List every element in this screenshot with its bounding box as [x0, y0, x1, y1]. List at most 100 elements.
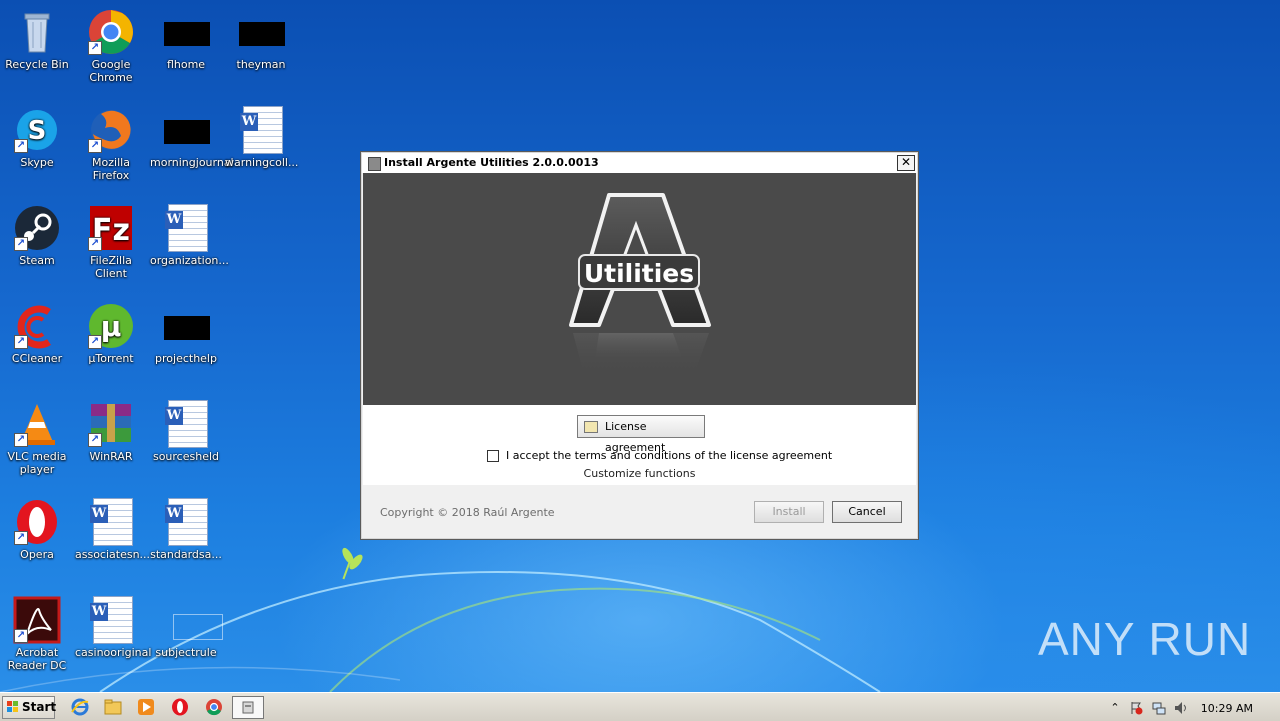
argente-utilities-logo: Utilities: [569, 193, 711, 378]
desktop-icon-label: Steam: [19, 254, 55, 267]
blank-file-icon: [173, 614, 223, 640]
installer-app-icon: [242, 701, 254, 714]
word-document-icon: W: [165, 204, 208, 252]
shortcut-arrow-icon: ↗: [88, 41, 102, 55]
desktop-icon-warningcoll[interactable]: W warningcoll...: [224, 100, 298, 169]
customize-functions-link[interactable]: Customize functions: [363, 467, 916, 480]
desktop-icon-label: standardsa...: [150, 548, 222, 561]
desktop-icon-label: subjectrule: [155, 646, 217, 659]
opera-icon[interactable]: [171, 698, 189, 716]
file-thumbnail-icon: [164, 316, 210, 340]
desktop-icon-skype[interactable]: S ↗ Skype: [0, 100, 74, 169]
chrome-icon[interactable]: [205, 698, 223, 716]
desktop-icon-label: casinooriginal: [75, 646, 152, 659]
desktop-icon-organization[interactable]: W organization...: [149, 198, 229, 267]
desktop: Recycle Bin S ↗ Skype ↗ Steam ↗ CCleaner…: [0, 0, 1280, 692]
internet-explorer-icon[interactable]: [71, 698, 89, 716]
desktop-icon-chrome[interactable]: ↗ Google Chrome: [74, 2, 148, 84]
desktop-icon-label: Skype: [20, 156, 54, 169]
dialog-titlebar[interactable]: Install Argente Utilities 2.0.0.0013 ✕: [362, 153, 917, 173]
show-hidden-icons-icon[interactable]: ⌃: [1108, 701, 1122, 715]
shortcut-arrow-icon: ↗: [88, 237, 102, 251]
svg-text:µ: µ: [101, 310, 122, 343]
desktop-icon-recycle-bin[interactable]: Recycle Bin: [0, 2, 74, 71]
explorer-icon[interactable]: [104, 698, 122, 716]
installer-dialog: Install Argente Utilities 2.0.0.0013 ✕ U…: [360, 151, 919, 540]
desktop-icon-filezilla[interactable]: Fz ↗ FileZilla Client: [74, 198, 148, 280]
accept-license-label[interactable]: I accept the terms and conditions of the…: [506, 449, 832, 462]
file-thumbnail-icon: [164, 120, 210, 144]
desktop-icon-label: µTorrent: [88, 352, 134, 365]
desktop-icon-firefox[interactable]: ↗ Mozilla Firefox: [74, 100, 148, 182]
desktop-icon-label: Mozilla Firefox: [92, 156, 130, 182]
desktop-icon-label: Opera: [20, 548, 54, 561]
shortcut-arrow-icon: ↗: [14, 237, 28, 251]
svg-text:S: S: [28, 116, 47, 146]
shortcut-arrow-icon: ↗: [88, 335, 102, 349]
desktop-icon-label: flhome: [166, 58, 206, 71]
desktop-icon-label: Recycle Bin: [5, 58, 69, 71]
start-button[interactable]: Start: [2, 696, 57, 719]
desktop-icon-ccleaner[interactable]: ↗ CCleaner: [0, 296, 74, 365]
action-center-flag-icon[interactable]: [1129, 701, 1143, 715]
desktop-icon-label: warningcoll...: [225, 156, 299, 169]
license-document-icon: [584, 421, 598, 433]
desktop-icon-steam[interactable]: ↗ Steam: [0, 198, 74, 267]
desktop-icon-theyman[interactable]: theyman: [224, 2, 298, 71]
install-button[interactable]: Install: [754, 501, 824, 523]
cancel-button[interactable]: Cancel: [832, 501, 902, 523]
installer-app-icon: [368, 157, 381, 171]
desktop-icon-subjectrule[interactable]: subjectrule: [149, 590, 223, 659]
file-thumbnail-icon: [239, 22, 285, 46]
clock[interactable]: 10:29 AM: [1201, 702, 1253, 715]
desktop-icon-flhome[interactable]: flhome: [149, 2, 223, 71]
recycle-bin-icon: [24, 13, 50, 53]
word-document-icon: W: [90, 498, 133, 546]
desktop-icon-label: Acrobat Reader DC: [7, 646, 67, 672]
accept-license-checkbox[interactable]: [487, 450, 499, 462]
desktop-icon-casinooriginal[interactable]: W casinooriginal: [74, 590, 152, 659]
desktop-icon-label: FileZilla Client: [90, 254, 132, 280]
taskbar-installer-button[interactable]: [232, 696, 264, 719]
shortcut-arrow-icon: ↗: [88, 433, 102, 447]
desktop-icon-label: WinRAR: [89, 450, 133, 463]
logo-text: Utilities: [584, 259, 694, 288]
shortcut-arrow-icon: ↗: [14, 139, 28, 153]
anyrun-watermark: ANY RUN: [1038, 613, 1252, 665]
desktop-icon-acrobat[interactable]: ↗ Acrobat Reader DC: [0, 590, 74, 672]
copyright-text: Copyright © 2018 Raúl Argente: [380, 506, 555, 519]
desktop-icon-label: projecthelp: [155, 352, 217, 365]
desktop-icon-label: sourcesheld: [152, 450, 220, 463]
word-document-icon: W: [240, 106, 283, 154]
volume-icon[interactable]: [1174, 701, 1188, 715]
desktop-icon-sourcesheld[interactable]: W sourcesheld: [149, 394, 223, 463]
desktop-icon-opera[interactable]: ↗ Opera: [0, 492, 74, 561]
word-document-icon: W: [90, 596, 133, 644]
product-banner: Utilities: [363, 173, 916, 405]
start-label: Start: [22, 700, 57, 714]
media-player-icon[interactable]: [137, 698, 155, 716]
network-icon[interactable]: [1152, 701, 1166, 715]
desktop-icon-winrar[interactable]: ↗ WinRAR: [74, 394, 148, 463]
desktop-icon-projecthelp[interactable]: projecthelp: [149, 296, 223, 365]
desktop-icon-utorrent[interactable]: µ ↗ µTorrent: [74, 296, 148, 365]
desktop-icon-label: theyman: [236, 58, 286, 71]
desktop-icon-label: VLC media player: [7, 450, 67, 476]
desktop-icon-vlc[interactable]: ↗ VLC media player: [0, 394, 74, 476]
shortcut-arrow-icon: ↗: [14, 433, 28, 447]
desktop-icon-associatesn[interactable]: W associatesn...: [74, 492, 151, 561]
desktop-icon-morningjournal[interactable]: morningjournal: [149, 100, 234, 169]
close-button[interactable]: ✕: [897, 155, 915, 171]
shortcut-arrow-icon: ↗: [14, 629, 28, 643]
license-agreement-button[interactable]: License agreement: [577, 415, 705, 454]
desktop-icon-standardsa[interactable]: W standardsa...: [149, 492, 223, 561]
shortcut-arrow-icon: ↗: [88, 139, 102, 153]
shortcut-arrow-icon: ↗: [14, 531, 28, 545]
desktop-icon-label: CCleaner: [11, 352, 63, 365]
desktop-icon-label: associatesn...: [75, 548, 151, 561]
options-panel: License agreement I accept the terms and…: [363, 405, 916, 485]
word-document-icon: W: [165, 498, 208, 546]
file-thumbnail-icon: [164, 22, 210, 46]
desktop-icon-label: morningjournal: [150, 156, 234, 169]
shortcut-arrow-icon: ↗: [14, 335, 28, 349]
